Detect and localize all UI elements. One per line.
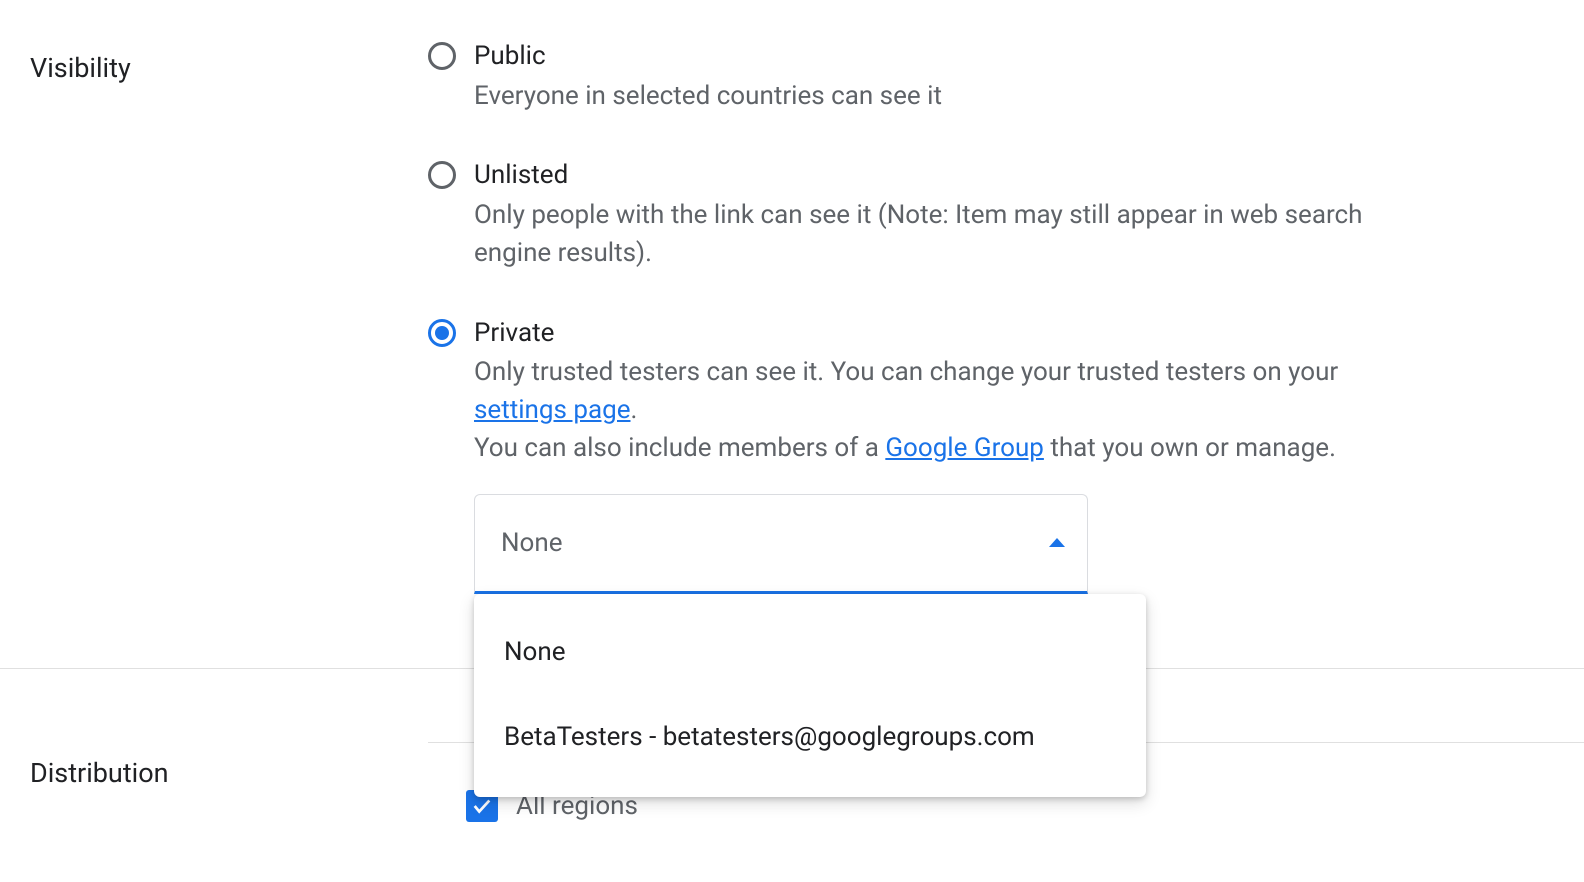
dropdown-item-none[interactable]: None [474,610,1146,696]
private-desc-pre: Only trusted testers can see it. You can… [474,357,1338,387]
radio-text: Public Everyone in selected countries ca… [474,40,1434,115]
radio-icon[interactable] [428,42,456,70]
radio-desc-private: Only trusted testers can see it. You can… [474,354,1434,467]
chevron-up-icon [1049,538,1065,547]
radio-title-unlisted: Unlisted [474,159,1434,193]
google-group-link[interactable]: Google Group [885,433,1044,463]
dropdown-item-betatesters[interactable]: BetaTesters - betatesters@googlegroups.c… [474,695,1146,781]
radio-icon[interactable] [428,161,456,189]
radio-text: Unlisted Only people with the link can s… [474,159,1434,272]
visibility-option-unlisted[interactable]: Unlisted Only people with the link can s… [428,159,1434,272]
distribution-section: Distribution [30,745,428,789]
checkmark-icon [471,795,493,817]
radio-desc-unlisted: Only people with the link can see it (No… [474,197,1434,272]
group-select-dropdown: None BetaTesters - betatesters@googlegro… [474,594,1146,798]
radio-text: Private Only trusted testers can see it.… [474,317,1434,468]
radio-title-private: Private [474,317,1434,351]
visibility-content: Public Everyone in selected countries ca… [428,40,1554,594]
group-select-value: None [501,528,563,558]
private-desc-post: . [631,395,638,425]
visibility-option-private[interactable]: Private Only trusted testers can see it.… [428,317,1434,468]
radio-desc-public: Everyone in selected countries can see i… [474,78,1434,116]
group-select-wrapper: None None BetaTesters - betatesters@goog… [474,494,1088,594]
visibility-option-public[interactable]: Public Everyone in selected countries ca… [428,40,1434,115]
distribution-label: Distribution [30,745,428,789]
radio-title-public: Public [474,40,1434,74]
group-select[interactable]: None [474,494,1088,594]
settings-page-link[interactable]: settings page [474,395,631,425]
private-desc2-post: that you own or manage. [1044,433,1336,463]
private-desc2-pre: You can also include members of a [474,433,885,463]
visibility-section: Visibility Public Everyone in selected c… [0,0,1584,594]
radio-icon-selected[interactable] [428,319,456,347]
visibility-label: Visibility [30,40,428,594]
